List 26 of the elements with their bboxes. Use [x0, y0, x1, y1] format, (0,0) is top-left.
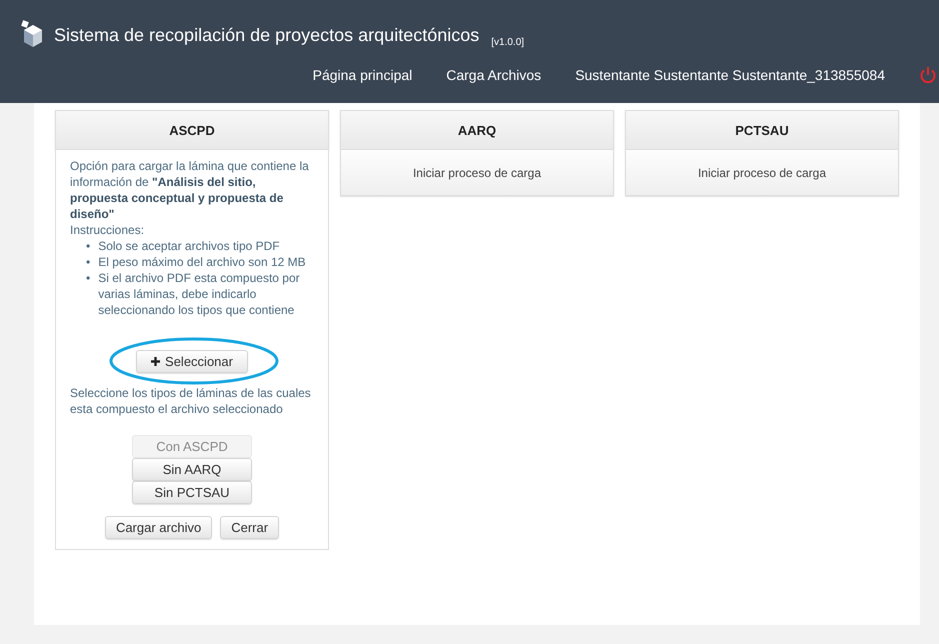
version-label: [v1.0.0] — [491, 37, 524, 48]
types-prompt: Seleccione los tipos de láminas de las cuales esta compuesto el archivo seleccionado — [70, 385, 312, 417]
sheet-type-button[interactable]: Sin PCTSAU — [132, 481, 252, 504]
nav-link[interactable]: Página principal — [312, 67, 412, 83]
card-header: AARQ — [340, 110, 614, 150]
card-header: PCTSAU — [625, 110, 899, 150]
instructions-label: Instrucciones: — [70, 222, 146, 238]
start-upload-button[interactable]: Iniciar proceso de carga — [340, 150, 614, 196]
bullet: • — [86, 238, 90, 254]
instruction-item: El peso máximo del archivo son 12 MB — [98, 254, 306, 270]
instruction-item: Si el archivo PDF esta compuesto por varias láminas, debe indicarlo seleccionando los tipos que contiene — [98, 270, 301, 318]
select-button[interactable]: Seleccionar — [136, 350, 248, 373]
nav-link[interactable]: Carga Archivos — [446, 67, 542, 83]
description-text: Opción para cargar la lámina que contiene la información de "Análisis del sitio, propuesta conceptual y propuesta de diseño" — [70, 158, 310, 222]
bullet: • — [86, 254, 90, 270]
user-link[interactable]: Sustentante Sustentante Sustentante_313855084 — [575, 67, 885, 83]
card-header: ASCPD — [55, 110, 329, 150]
action-button[interactable]: Cerrar — [220, 516, 280, 539]
start-upload-button[interactable]: Iniciar proceso de carga — [625, 150, 899, 196]
power-icon[interactable] — [919, 66, 937, 84]
sheet-type-button[interactable]: Sin AARQ — [132, 458, 252, 481]
plus-icon — [151, 357, 160, 366]
instruction-item: Solo se aceptar archivos tipo PDF — [98, 238, 280, 254]
app-title: Sistema de recopilación de proyectos arquitectónicos — [54, 24, 480, 46]
action-button[interactable]: Cargar archivo — [104, 516, 212, 539]
bullet: • — [86, 270, 90, 287]
